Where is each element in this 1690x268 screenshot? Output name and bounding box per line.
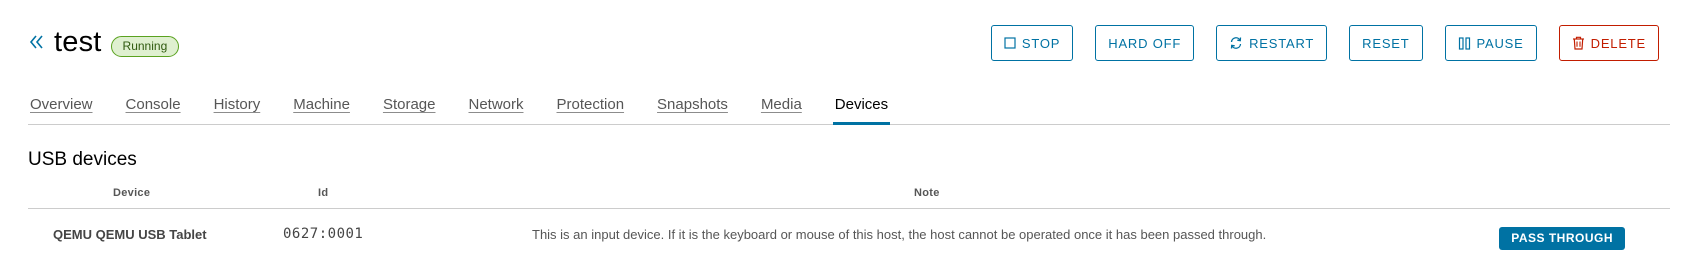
column-header-id: Id xyxy=(318,187,329,199)
delete-button[interactable]: DELETE xyxy=(1558,25,1659,61)
table-header: Device Id Note xyxy=(28,178,1670,209)
device-id: 0627:0001 xyxy=(283,226,364,242)
tab-bar: Overview Console History Machine Storage… xyxy=(28,92,1670,125)
trash-icon xyxy=(1572,36,1585,50)
pause-button-label: PAUSE xyxy=(1476,35,1524,51)
restart-button-label: RESTART xyxy=(1249,35,1315,51)
pass-through-button[interactable]: PASS THROUGH xyxy=(1499,227,1625,250)
device-name: QEMU QEMU USB Tablet xyxy=(53,227,207,242)
double-chevron-left-icon xyxy=(29,35,43,49)
tab-devices[interactable]: Devices xyxy=(832,92,891,125)
usb-devices-heading: USB devices xyxy=(28,149,137,170)
column-header-note: Note xyxy=(914,187,940,199)
tab-storage[interactable]: Storage xyxy=(381,92,438,123)
hard-off-button-label: HARD OFF xyxy=(1108,35,1182,51)
action-toolbar: STOP HARD OFF RESTART RESET PAUSE DELETE xyxy=(969,25,1659,61)
page-header: test Running xyxy=(28,24,180,60)
tab-machine[interactable]: Machine xyxy=(291,92,352,123)
tab-protection[interactable]: Protection xyxy=(555,92,627,123)
pause-button[interactable]: PAUSE xyxy=(1444,25,1537,61)
usb-devices-table: Device Id Note QEMU QEMU USB Tablet 0627… xyxy=(28,178,1670,259)
tab-snapshots[interactable]: Snapshots xyxy=(655,92,730,123)
restart-button[interactable]: RESTART xyxy=(1216,25,1328,61)
reset-button-label: RESET xyxy=(1362,35,1410,51)
device-note: This is an input device. If it is the ke… xyxy=(532,227,1267,242)
stop-button[interactable]: STOP xyxy=(990,25,1074,61)
column-header-device: Device xyxy=(113,187,151,199)
hard-off-button[interactable]: HARD OFF xyxy=(1095,25,1195,61)
tab-media[interactable]: Media xyxy=(759,92,804,123)
refresh-icon xyxy=(1229,36,1243,50)
delete-button-label: DELETE xyxy=(1590,35,1646,51)
stop-button-label: STOP xyxy=(1021,35,1061,51)
tab-console[interactable]: Console xyxy=(124,92,183,123)
stop-icon xyxy=(1004,37,1016,49)
status-badge: Running xyxy=(110,35,180,57)
pause-icon xyxy=(1458,36,1471,50)
table-row: QEMU QEMU USB Tablet 0627:0001 This is a… xyxy=(28,209,1670,259)
back-link[interactable] xyxy=(28,34,44,50)
tab-overview[interactable]: Overview xyxy=(28,92,95,123)
tab-history[interactable]: History xyxy=(212,92,263,123)
reset-button[interactable]: RESET xyxy=(1349,25,1423,61)
page-title: test xyxy=(54,25,102,58)
tab-network[interactable]: Network xyxy=(466,92,525,123)
